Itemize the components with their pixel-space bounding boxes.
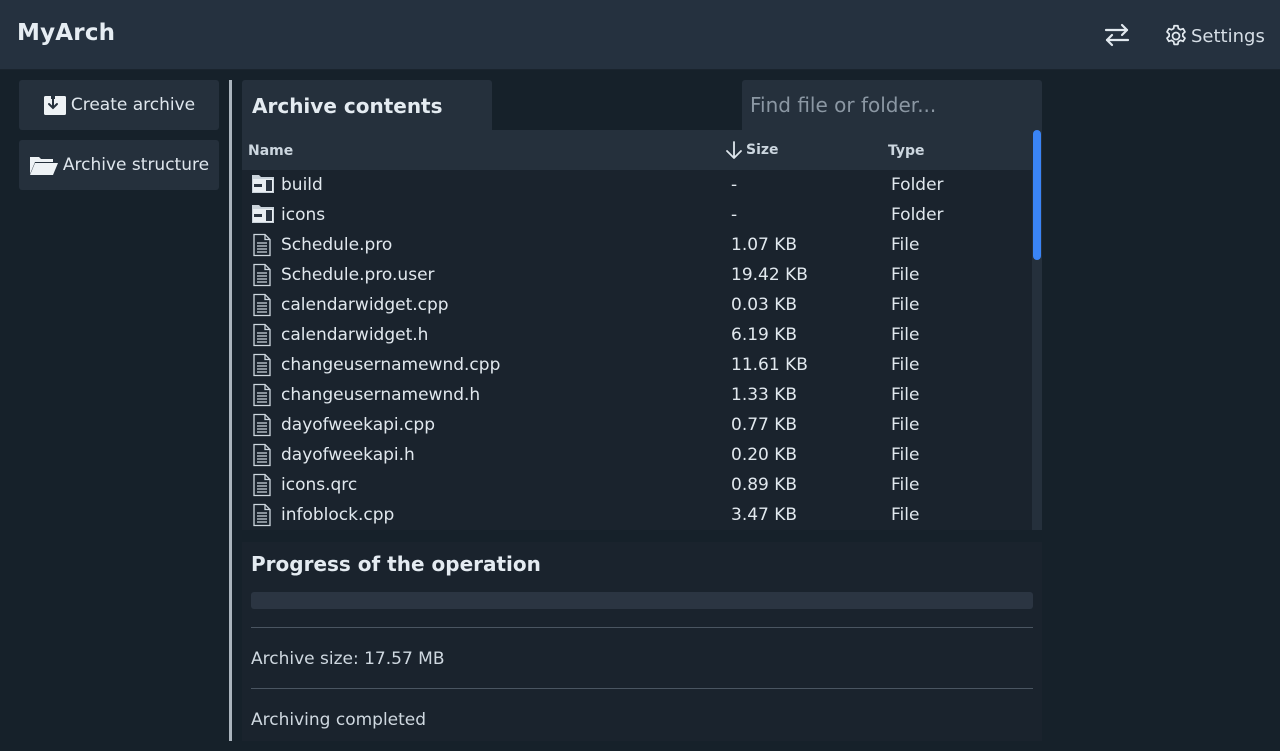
file-icon [251, 473, 273, 502]
progress-panel: Progress of the operation Archive size: … [242, 542, 1042, 741]
row-name: Schedule.pro [281, 235, 393, 255]
folder-open-icon [29, 154, 59, 176]
settings-label: Settings [1191, 25, 1265, 47]
row-type: File [891, 355, 920, 375]
column-header-name[interactable]: Name [248, 143, 293, 159]
column-header-size[interactable]: Size [725, 140, 779, 160]
divider [251, 627, 1033, 628]
row-size: 0.03 KB [731, 295, 798, 315]
folder-icon [251, 173, 275, 200]
row-type: File [891, 505, 920, 525]
archive-table: Name Size Type build - Folder icons - Folder S… [242, 130, 1042, 530]
row-name: calendarwidget.h [281, 325, 429, 345]
row-type: File [891, 445, 920, 465]
app-header: MyArch Settings [0, 0, 1280, 70]
file-icon [251, 503, 273, 530]
row-type: File [891, 235, 920, 255]
archive-structure-button[interactable]: Archive structure [19, 140, 219, 190]
scrollbar-thumb[interactable] [1033, 130, 1041, 260]
table-row[interactable]: icons - Folder [242, 200, 1032, 230]
row-type: Folder [891, 175, 944, 195]
row-type: File [891, 475, 920, 495]
row-type: File [891, 295, 920, 315]
table-row[interactable]: build - Folder [242, 170, 1032, 200]
sidebar-divider [229, 80, 232, 741]
app-title: MyArch [17, 20, 116, 46]
table-row[interactable]: changeusernamewnd.h 1.33 KB File [242, 380, 1032, 410]
table-row[interactable]: calendarwidget.h 6.19 KB File [242, 320, 1032, 350]
archive-structure-label: Archive structure [62, 155, 210, 175]
row-name: dayofweekapi.h [281, 445, 415, 465]
row-name: dayofweekapi.cpp [281, 415, 435, 435]
create-archive-label: Create archive [70, 95, 196, 115]
row-size: 0.89 KB [731, 475, 798, 495]
row-name: build [281, 175, 323, 195]
row-type: File [891, 415, 920, 435]
table-header: Name Size Type [242, 130, 1032, 170]
row-name: changeusernamewnd.h [281, 385, 481, 405]
row-size: - [731, 175, 738, 195]
row-size: 0.77 KB [731, 415, 798, 435]
row-type: File [891, 265, 920, 285]
row-name: infoblock.cpp [281, 505, 395, 525]
row-type: Folder [891, 205, 944, 225]
sort-arrow-down-icon [726, 141, 742, 159]
file-icon [251, 233, 273, 262]
table-row[interactable]: dayofweekapi.cpp 0.77 KB File [242, 410, 1032, 440]
row-size: 6.19 KB [731, 325, 798, 345]
row-size: 0.20 KB [731, 445, 798, 465]
table-row[interactable]: icons.qrc 0.89 KB File [242, 470, 1032, 500]
table-scrollbar[interactable] [1032, 130, 1042, 530]
table-row[interactable]: infoblock.cpp 3.47 KB File [242, 500, 1032, 530]
table-row[interactable]: Schedule.pro 1.07 KB File [242, 230, 1032, 260]
file-icon [251, 323, 273, 352]
progress-title: Progress of the operation [251, 552, 541, 576]
file-icon [251, 293, 273, 322]
column-header-size-label: Size [746, 142, 779, 158]
file-icon [251, 353, 273, 382]
table-row[interactable]: changeusernamewnd.cpp 11.61 KB File [242, 350, 1032, 380]
table-row[interactable]: dayofweekapi.h 0.20 KB File [242, 440, 1032, 470]
archive-status-text: Archiving completed [251, 710, 427, 730]
file-icon [251, 443, 273, 472]
file-icon [251, 383, 273, 412]
row-size: 1.07 KB [731, 235, 798, 255]
gear-icon [1166, 24, 1186, 46]
row-size: 19.42 KB [731, 265, 808, 285]
row-size: 11.61 KB [731, 355, 808, 375]
archive-download-icon [43, 94, 67, 116]
settings-button[interactable]: Settings [1163, 20, 1265, 52]
row-name: icons [281, 205, 326, 225]
row-name: Schedule.pro.user [281, 265, 435, 285]
archive-contents-title: Archive contents [242, 80, 492, 130]
archive-size-text: Archive size: 17.57 MB [251, 649, 445, 669]
row-name: icons.qrc [281, 475, 358, 495]
row-type: File [891, 385, 920, 405]
file-icon [251, 263, 273, 292]
row-name: calendarwidget.cpp [281, 295, 449, 315]
swap-button[interactable] [1100, 18, 1134, 52]
table-row[interactable]: Schedule.pro.user 19.42 KB File [242, 260, 1032, 290]
file-icon [251, 413, 273, 442]
row-size: - [731, 205, 738, 225]
table-row[interactable]: calendarwidget.cpp 0.03 KB File [242, 290, 1032, 320]
folder-icon [251, 203, 275, 230]
search-input[interactable] [742, 80, 1042, 130]
divider [251, 688, 1033, 689]
progress-bar [251, 592, 1033, 609]
row-name: changeusernamewnd.cpp [281, 355, 501, 375]
row-size: 1.33 KB [731, 385, 798, 405]
swap-arrows-icon [1104, 23, 1130, 47]
column-header-type[interactable]: Type [888, 143, 925, 159]
row-size: 3.47 KB [731, 505, 798, 525]
row-type: File [891, 325, 920, 345]
create-archive-button[interactable]: Create archive [19, 80, 219, 130]
